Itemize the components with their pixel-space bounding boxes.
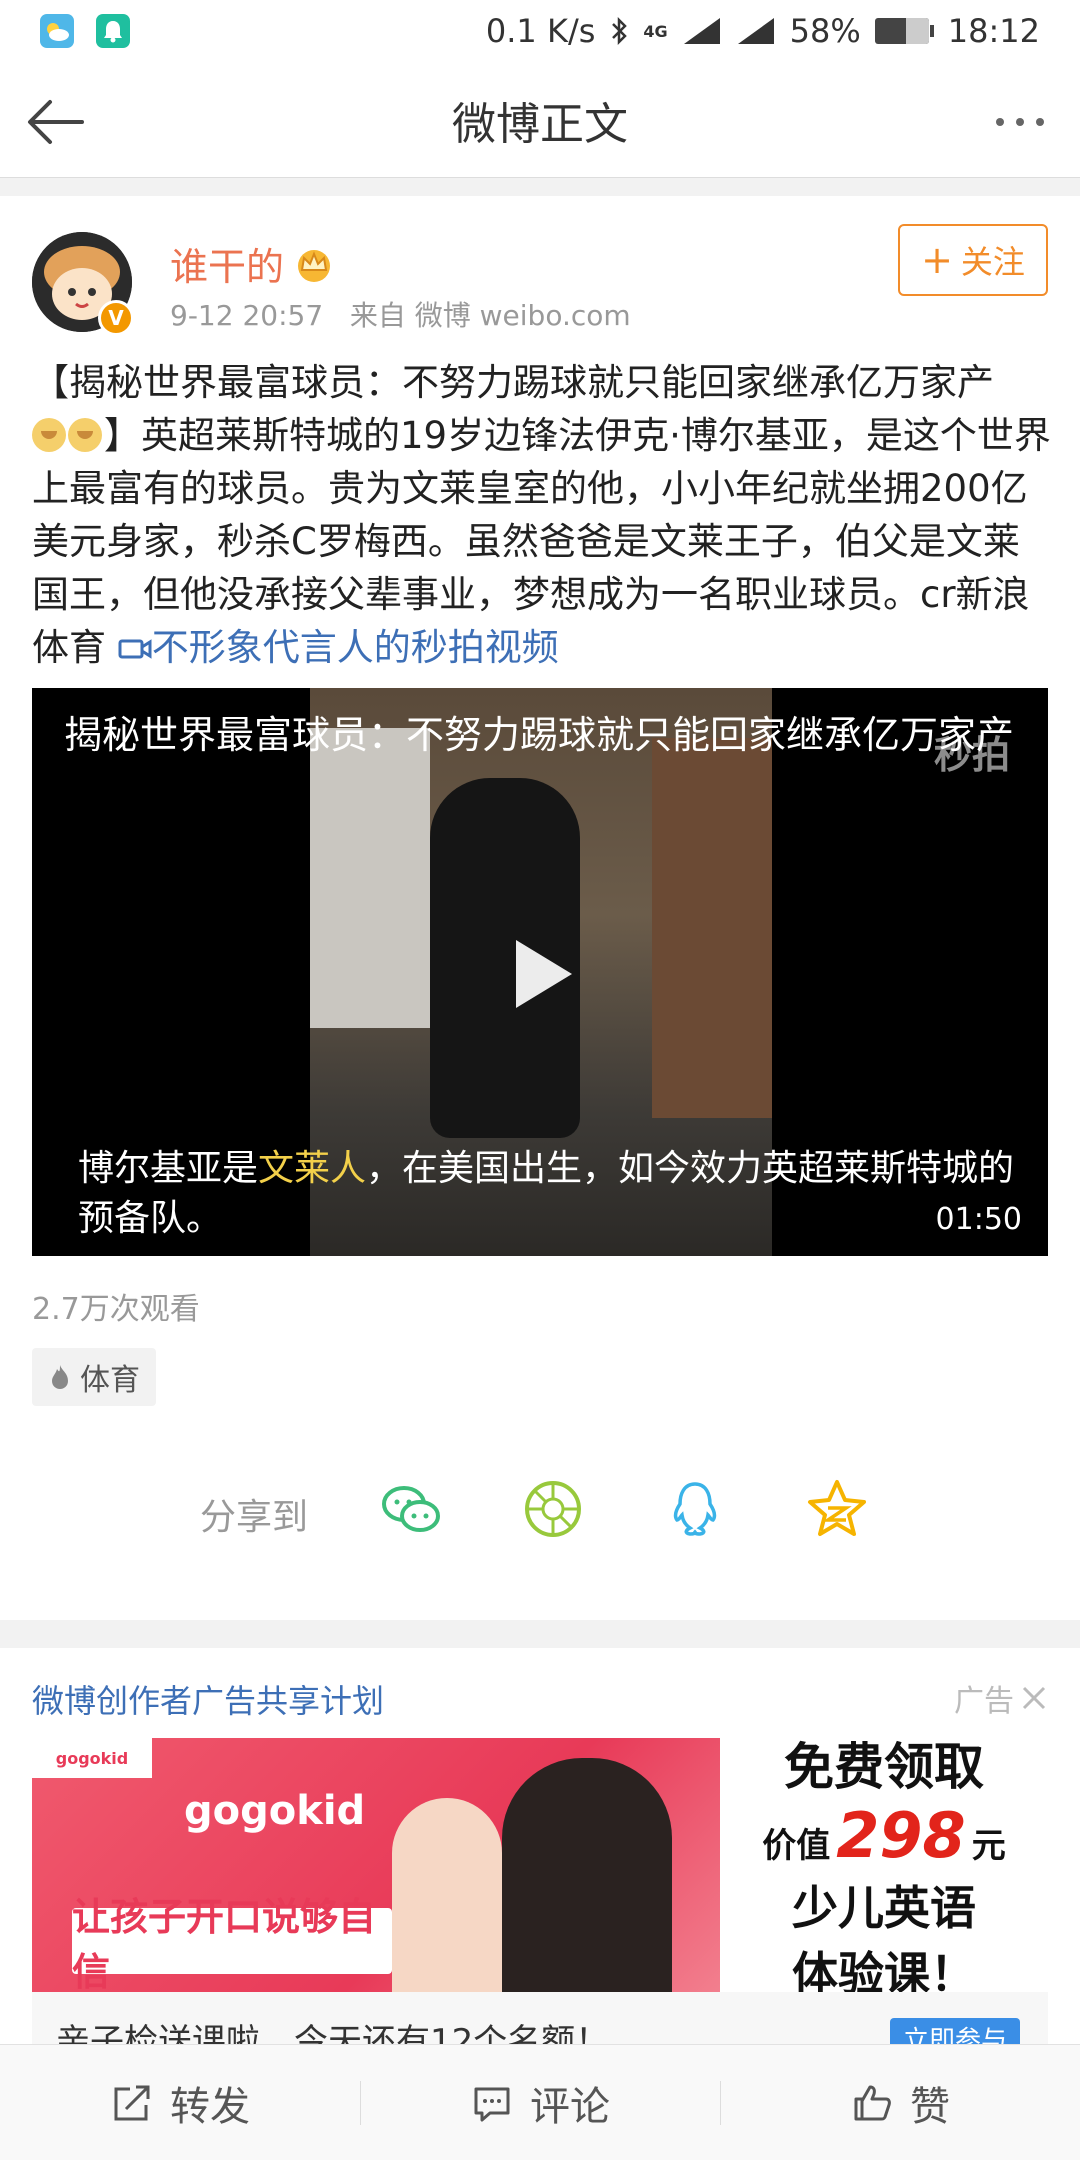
battery-icon bbox=[874, 18, 934, 44]
status-bar: 0.1 K/s 4G 58% 18:12 bbox=[0, 0, 1080, 62]
qzone-icon[interactable] bbox=[804, 1476, 870, 1542]
follow-label: 关注 bbox=[960, 243, 1025, 281]
doge-emoji-icon bbox=[32, 418, 66, 452]
ad-offer-line1: 免费领取 bbox=[784, 1737, 984, 1796]
post-card: V 谁干的 9-12 20:57 来自 微博 weibo.com + 关注 【揭… bbox=[0, 196, 1080, 1620]
share-row: 分享到 bbox=[0, 1476, 1080, 1546]
author-name[interactable]: 谁干的 bbox=[170, 236, 284, 291]
view-count: 2.7万次观看 bbox=[32, 1292, 200, 1327]
bottom-toolbar: 转发 评论 赞 bbox=[0, 2044, 1080, 2160]
ad-girl-figure bbox=[392, 1798, 502, 1992]
ad-cta-row[interactable]: 亲子检送课啦，今天还有12个名额！ 立即参与 bbox=[32, 1992, 1048, 2048]
close-icon[interactable] bbox=[1020, 1684, 1048, 1712]
video-camera-icon bbox=[118, 639, 152, 659]
video-title: 揭秘世界最富球员：不努力踢球就只能回家继承亿万家产 bbox=[64, 713, 1015, 757]
ad-offer-price: 298 bbox=[836, 1798, 966, 1872]
wechat-icon[interactable] bbox=[378, 1476, 444, 1542]
video-player[interactable]: 揭秘世界最富球员：不努力踢球就只能回家继承亿万家产 秒拍 博尔基亚是文莱人，在美… bbox=[32, 688, 1048, 1256]
ad-offer-prefix: 价值 bbox=[762, 1825, 831, 1866]
repost-button[interactable]: 转发 bbox=[0, 2045, 360, 2160]
repost-icon bbox=[114, 2085, 150, 2120]
ad-banner-image: gogokid gogokid 让孩子开口说够自信 bbox=[32, 1738, 720, 1992]
comment-icon bbox=[474, 2087, 510, 2121]
qq-icon[interactable] bbox=[662, 1476, 728, 1542]
title-bar: 微博正文 bbox=[0, 62, 1080, 178]
repost-label: 转发 bbox=[170, 2083, 250, 2130]
more-options-icon[interactable] bbox=[988, 102, 1052, 142]
ad-banner[interactable]: gogokid gogokid 让孩子开口说够自信 免费领取 价值 298 元 … bbox=[32, 1738, 1048, 2001]
clock: 18:12 bbox=[947, 12, 1040, 50]
ad-slogan: 让孩子开口说够自信 bbox=[72, 1895, 392, 1992]
video-link-text[interactable]: 不形象代言人的秒拍视频 bbox=[152, 626, 559, 669]
follow-button[interactable]: + 关注 bbox=[898, 224, 1048, 296]
page-title: 微博正文 bbox=[452, 98, 628, 150]
author-name-row[interactable]: 谁干的 bbox=[170, 236, 334, 291]
network-type: 4G bbox=[643, 21, 668, 41]
notification-app-icon bbox=[96, 14, 130, 48]
play-icon[interactable] bbox=[502, 936, 578, 1012]
moments-icon[interactable] bbox=[520, 1476, 586, 1542]
ad-label[interactable]: 广告 bbox=[954, 1676, 1048, 1720]
signal-icon bbox=[683, 18, 720, 44]
video-subtitle-highlight: 文莱人 bbox=[258, 1148, 367, 1189]
network-speed: 0.1 K/s bbox=[485, 12, 596, 50]
back-arrow-icon[interactable] bbox=[24, 90, 88, 154]
post-meta: 9-12 20:57 来自 微博 weibo.com bbox=[170, 294, 631, 334]
ad-woman-figure bbox=[502, 1758, 672, 1992]
ad-label-text: 广告 bbox=[954, 1684, 1014, 1719]
miaopai-watermark: 秒拍 bbox=[933, 733, 1010, 777]
ad-offer-line2: 价值 298 元 bbox=[762, 1799, 1005, 1872]
topic-tag[interactable]: 体育 bbox=[32, 1348, 156, 1406]
video-subtitle: 博尔基亚是文莱人，在美国出生，如今效力英超莱斯特城的预备队。 bbox=[78, 1144, 1038, 1244]
like-button[interactable]: 赞 bbox=[720, 2045, 1080, 2160]
video-subtitle-part1: 博尔基亚是 bbox=[78, 1148, 259, 1189]
plus-icon: + bbox=[921, 238, 953, 282]
ad-offer-line3: 少儿英语 bbox=[792, 1880, 976, 1935]
ad-cta-text: 亲子检送课啦，今天还有12个名额！ bbox=[56, 2022, 610, 2048]
comment-label: 评论 bbox=[530, 2083, 610, 2130]
ad-card[interactable]: 微博创作者广告共享计划 广告 gogokid gogokid 让孩子开口说够自信… bbox=[0, 1648, 1080, 2048]
battery-percent: 58% bbox=[789, 12, 861, 50]
post-source: 来自 微博 weibo.com bbox=[349, 299, 631, 332]
doge-emoji-icon bbox=[68, 418, 102, 452]
ad-offer: 免费领取 价值 298 元 少儿英语 体验课！ bbox=[720, 1738, 1048, 2001]
thumbs-up-icon bbox=[854, 2085, 891, 2120]
ad-offer-suffix: 元 bbox=[971, 1825, 1006, 1866]
bluetooth-icon bbox=[612, 16, 628, 46]
video-link[interactable]: 不形象代言人的秒拍视频 bbox=[118, 626, 559, 669]
video-duration: 01:50 bbox=[935, 1202, 1022, 1237]
share-label: 分享到 bbox=[200, 1497, 309, 1538]
flame-icon bbox=[52, 1365, 68, 1389]
like-label: 赞 bbox=[910, 2083, 950, 2130]
crown-icon bbox=[298, 249, 331, 282]
signal-icon-2 bbox=[737, 18, 774, 44]
ad-program-title[interactable]: 微博创作者广告共享计划 bbox=[32, 1676, 384, 1722]
ad-brand: gogokid bbox=[184, 1788, 366, 1834]
post-text: 【揭秘世界最富球员：不努力踢球就只能回家继承亿万家产 】英超莱斯特城的19岁边锋… bbox=[32, 356, 1052, 674]
weather-app-icon bbox=[40, 14, 74, 48]
verified-badge-icon: V bbox=[98, 300, 134, 336]
post-timestamp: 9-12 20:57 bbox=[170, 299, 324, 332]
post-text-part1: 【揭秘世界最富球员：不努力踢球就只能回家继承亿万家产 bbox=[32, 361, 994, 404]
comment-button[interactable]: 评论 bbox=[360, 2045, 720, 2160]
topic-tag-label[interactable]: 体育 bbox=[80, 1355, 140, 1399]
gogokid-logo: gogokid bbox=[32, 1738, 152, 1778]
